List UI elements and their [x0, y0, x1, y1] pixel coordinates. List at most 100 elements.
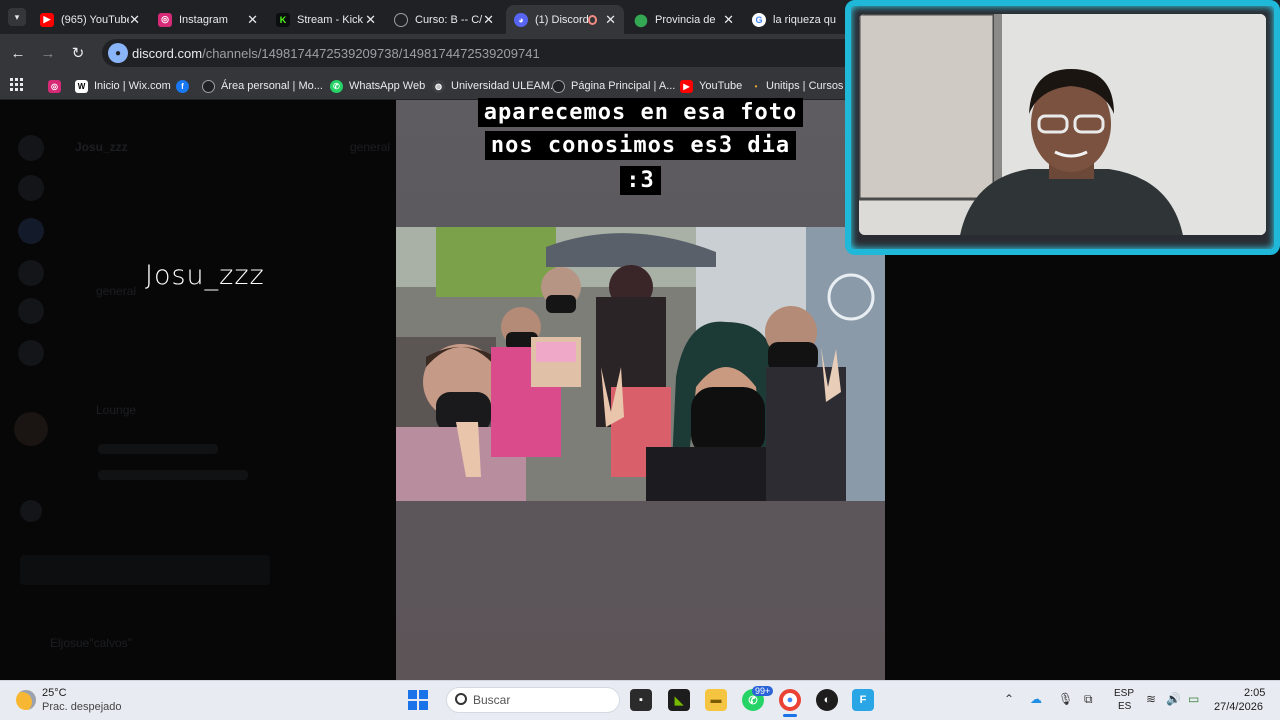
- battery-charging-icon[interactable]: ▭: [1188, 692, 1199, 706]
- app-icon[interactable]: ◐: [816, 689, 838, 711]
- bookmark-label: Página Principal | A...: [571, 80, 676, 92]
- voice-connected-panel: [20, 555, 270, 585]
- back-arrow-icon[interactable]: ←: [8, 43, 28, 63]
- bookmark-whatsapp[interactable]: ✆ WhatsApp Web: [330, 78, 425, 94]
- tab-title: la riqueza qu: [773, 13, 836, 26]
- discord-home-icon[interactable]: [18, 135, 44, 161]
- task-view-icon[interactable]: ▪: [630, 689, 652, 711]
- windows-start-icon[interactable]: [408, 690, 428, 710]
- clock-time[interactable]: 2:05: [1244, 687, 1265, 699]
- discord-icon: ◕: [514, 12, 528, 27]
- youtube-icon: ▶: [40, 12, 54, 27]
- recording-indicator-icon: [587, 14, 598, 25]
- group-selfie-photo: [396, 227, 885, 501]
- caption-line: aparecemos en esa foto: [396, 98, 885, 127]
- bookmark-label: YouTube: [699, 80, 743, 92]
- server-icon[interactable]: [14, 412, 48, 446]
- server-icon[interactable]: [18, 340, 44, 366]
- language-indicator[interactable]: ESP: [1114, 688, 1134, 699]
- add-server-icon[interactable]: [20, 500, 42, 522]
- tab-title: Curso: B -- C/: [415, 13, 483, 26]
- bookmark-label: WhatsApp Web: [349, 80, 426, 92]
- bookmark-moodle[interactable]: Área personal | Mo...: [202, 78, 323, 94]
- bookmark-uleam[interactable]: ◍ Universidad ULEAM.: [432, 78, 553, 94]
- tab-title: (1) Discord: [535, 13, 588, 26]
- app-icon[interactable]: F: [852, 689, 874, 711]
- onedrive-cloud-icon[interactable]: ☁: [1030, 692, 1042, 706]
- server-name[interactable]: Josu_zzz: [75, 140, 128, 154]
- chrome-icon[interactable]: ●: [779, 689, 801, 711]
- keyboard-layout[interactable]: ES: [1118, 701, 1131, 712]
- tab-discord[interactable]: ◕ (1) Discord ✕: [506, 5, 624, 34]
- webcam-video: [859, 14, 1266, 235]
- weather-condition[interactable]: Prac. despejado: [42, 701, 122, 713]
- moodle-icon: [202, 79, 215, 93]
- tab-search-chevron-icon[interactable]: ▾: [8, 8, 26, 26]
- close-tab-icon[interactable]: ✕: [129, 12, 140, 28]
- weather-temperature[interactable]: 25°C: [42, 687, 67, 699]
- tab-title: Stream - Kick: [297, 13, 364, 26]
- close-tab-icon[interactable]: ✕: [365, 12, 376, 28]
- close-tab-icon[interactable]: ✕: [605, 12, 616, 28]
- microphone-icon[interactable]: ●: [108, 43, 128, 63]
- voice-user: [98, 470, 248, 480]
- channel-general[interactable]: general: [96, 284, 136, 298]
- server-icon[interactable]: [18, 175, 44, 201]
- bookmark-unitips[interactable]: • Unitips | Cursos pa: [752, 78, 859, 94]
- chevron-up-icon[interactable]: ⌃: [1004, 692, 1014, 706]
- tab-maps[interactable]: ⬤ Provincia de ✕: [626, 5, 742, 34]
- server-icon[interactable]: [18, 260, 44, 286]
- google-icon: G: [752, 12, 766, 27]
- facebook-icon: f: [176, 79, 189, 93]
- screen-capture-icon[interactable]: ⧉: [1084, 692, 1093, 707]
- caption-line: nos conosimos es3 dia: [396, 131, 885, 160]
- group-selfie-illustration: [396, 227, 885, 501]
- close-tab-icon[interactable]: ✕: [483, 12, 494, 28]
- server-icon[interactable]: [18, 298, 44, 324]
- voice-channel-lounge[interactable]: Lounge: [96, 403, 136, 417]
- tab-curso[interactable]: Curso: B -- C/ ✕: [386, 5, 502, 34]
- wifi-icon[interactable]: ≋: [1146, 692, 1156, 706]
- microphone-icon[interactable]: 🎙: [1058, 692, 1073, 706]
- instagram-icon: ◎: [48, 79, 61, 93]
- bookmark-wix[interactable]: W Inicio | Wix.com: [75, 78, 171, 94]
- tab-kick[interactable]: K Stream - Kick ✕: [268, 5, 384, 34]
- bookmark-label: Inicio | Wix.com: [94, 80, 171, 92]
- reload-icon[interactable]: ↻: [68, 43, 88, 63]
- globe-icon: ◍: [432, 79, 445, 93]
- tab-google[interactable]: G la riqueza qu: [744, 5, 844, 34]
- apps-grid-icon[interactable]: [10, 78, 23, 91]
- bookmark-label: Área personal | Mo...: [221, 80, 323, 92]
- tab-instagram[interactable]: ◎ Instagram ✕: [150, 5, 266, 34]
- tab-youtube[interactable]: ▶ (965) YouTube ✕: [32, 5, 148, 34]
- webcam-frame: [845, 0, 1280, 255]
- bookmark-facebook[interactable]: f: [176, 78, 195, 94]
- whatsapp-icon: ✆: [330, 79, 343, 93]
- url-path: /channels/1498174472539209738/1498174472…: [202, 45, 540, 61]
- taskbar-search-box[interactable]: Buscar: [446, 687, 620, 713]
- chrome-active-indicator: [783, 714, 797, 717]
- search-placeholder: Buscar: [473, 693, 511, 707]
- server-icon[interactable]: [18, 218, 44, 244]
- wix-icon: W: [75, 79, 88, 93]
- story-image-viewer[interactable]: aparecemos en esa foto nos conosimos es3…: [396, 98, 885, 680]
- bookmark-pagina-principal[interactable]: Página Principal | A...: [552, 78, 675, 94]
- address-bar[interactable]: ● discord.com/channels/14981744725392097…: [102, 39, 862, 67]
- close-tab-icon[interactable]: ✕: [723, 12, 734, 28]
- weather-partly-cloudy-icon[interactable]: [16, 690, 36, 710]
- globe-icon: [394, 12, 408, 27]
- forward-arrow-icon[interactable]: →: [38, 43, 58, 63]
- close-tab-icon[interactable]: ✕: [247, 12, 258, 28]
- volume-icon[interactable]: 🔊: [1166, 692, 1181, 706]
- bookmark-youtube[interactable]: ▶ YouTube: [680, 78, 742, 94]
- maps-pin-icon: ⬤: [634, 12, 648, 27]
- nvidia-icon[interactable]: ◣: [668, 689, 690, 711]
- youtube-icon: ▶: [680, 79, 693, 93]
- file-explorer-icon[interactable]: ▬: [705, 689, 727, 711]
- url-domain: discord.com: [132, 45, 203, 61]
- clock-date[interactable]: 27/4/2026: [1214, 701, 1263, 713]
- webcam-name-overlay: Josu_zzz: [145, 260, 265, 291]
- bookmark-label: Universidad ULEAM.: [451, 80, 554, 92]
- user-name: Eljosue"calvos": [50, 636, 132, 650]
- bookmark-instagram[interactable]: ◎: [48, 78, 67, 94]
